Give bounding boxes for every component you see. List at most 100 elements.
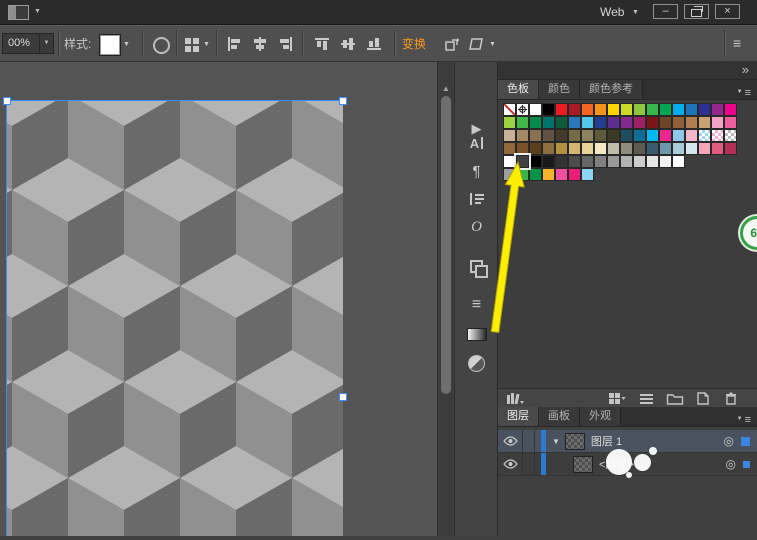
swatch[interactable] [529,116,542,129]
swatch[interactable] [503,155,516,168]
swatch[interactable] [542,168,555,181]
swatch[interactable] [594,142,607,155]
swatch[interactable] [555,155,568,168]
target-icon[interactable]: ◎ [724,434,734,448]
swatch[interactable] [542,155,555,168]
swatch[interactable] [516,103,529,116]
swatch[interactable] [620,155,633,168]
swatch-libraries-icon[interactable] [506,392,524,405]
align-bottom-icon[interactable] [366,36,382,52]
zoom-caret-icon[interactable]: ▼ [39,34,53,53]
kind-menu-icon[interactable] [608,392,626,405]
swatch[interactable] [711,142,724,155]
swatch[interactable] [685,103,698,116]
swatch[interactable] [516,142,529,155]
transform-link[interactable]: 变换 [402,26,426,63]
swatch[interactable] [516,168,529,181]
swatch[interactable] [516,116,529,129]
swatch[interactable] [685,116,698,129]
opentype-icon[interactable]: O [455,218,498,236]
shear-caret-icon[interactable]: ▼ [489,41,496,48]
app-menu-caret-icon[interactable]: ▼ [34,8,41,15]
disclosure-icon[interactable]: ▼ [552,437,560,446]
swatch[interactable] [607,155,620,168]
swatch[interactable] [555,142,568,155]
gradient-icon[interactable] [455,328,498,346]
swatch[interactable] [724,129,737,142]
swatch[interactable] [568,103,581,116]
swatch[interactable] [698,129,711,142]
swatch[interactable] [568,116,581,129]
target-icon[interactable]: ◎ [726,457,736,471]
visibility-toggle-eye-icon[interactable] [498,430,523,452]
delete-swatch-icon[interactable] [722,392,740,405]
swatch[interactable] [503,116,516,129]
swatch[interactable] [633,103,646,116]
swatch[interactable] [659,116,672,129]
new-swatch-icon[interactable] [694,392,712,405]
new-color-group-icon[interactable] [666,392,684,405]
swatch[interactable] [646,142,659,155]
swatch[interactable] [607,103,620,116]
swatch[interactable] [659,103,672,116]
selection-chip[interactable] [741,437,750,446]
tab-外观[interactable]: 外观 [580,407,621,426]
swatch[interactable] [633,129,646,142]
swatch[interactable] [646,116,659,129]
swatch[interactable] [698,103,711,116]
tab-图层[interactable]: 图层 [498,407,539,426]
control-panel-menu-icon[interactable]: ≡ [733,35,741,51]
zoom-field[interactable]: 00% ▼ [2,33,54,54]
swatch[interactable] [672,129,685,142]
swatch[interactable] [633,116,646,129]
swatch[interactable] [594,116,607,129]
swatch[interactable] [555,103,568,116]
collapse-dock-icon[interactable]: » [742,62,749,78]
swatch[interactable] [568,155,581,168]
swatch[interactable] [581,129,594,142]
layer-thumbnail[interactable] [565,433,585,450]
swatch[interactable] [724,103,737,116]
swatch[interactable] [555,116,568,129]
swatch[interactable] [711,116,724,129]
swatch[interactable] [607,116,620,129]
swatch[interactable] [568,142,581,155]
tab-颜色参考[interactable]: 颜色参考 [580,80,643,99]
workspace-caret-icon[interactable]: ▼ [632,9,639,16]
swatch[interactable] [581,155,594,168]
arrange-caret-icon[interactable]: ▼ [203,41,210,48]
swatch[interactable] [672,116,685,129]
tab-颜色[interactable]: 颜色 [539,80,580,99]
restore-button[interactable] [684,4,709,19]
vertical-scrollbar[interactable]: ▲ [437,62,454,536]
visibility-toggle-eye-icon[interactable] [498,453,523,475]
swatch[interactable] [620,142,633,155]
swatch[interactable] [646,155,659,168]
close-button[interactable]: × [715,4,740,19]
shear-icon[interactable] [468,36,484,52]
style-fill-swatch[interactable] [99,34,121,56]
align-top-icon[interactable] [314,36,330,52]
tab-画板[interactable]: 画板 [539,407,580,426]
swatch[interactable] [555,168,568,181]
swatch[interactable] [620,129,633,142]
swatch[interactable] [698,142,711,155]
swatch[interactable] [555,129,568,142]
swatch[interactable] [529,142,542,155]
swatch[interactable] [620,103,633,116]
stroke-lines-icon[interactable]: ≡ [455,296,498,314]
scroll-up-arrow-icon[interactable]: ▲ [438,84,454,93]
artboard[interactable] [6,100,343,536]
swatch[interactable] [516,129,529,142]
swatch[interactable] [542,129,555,142]
swatch[interactable] [542,142,555,155]
swatch[interactable] [711,129,724,142]
align-middle-icon[interactable] [340,36,356,52]
swatch[interactable] [672,155,685,168]
swatches-panel-menu-icon[interactable]: ▼≡ [737,83,751,101]
swatch[interactable] [581,142,594,155]
swatch[interactable] [633,142,646,155]
layer-row[interactable]: ▼图层 1◎ [498,430,757,453]
swatch[interactable] [529,129,542,142]
swatch[interactable] [581,168,594,181]
